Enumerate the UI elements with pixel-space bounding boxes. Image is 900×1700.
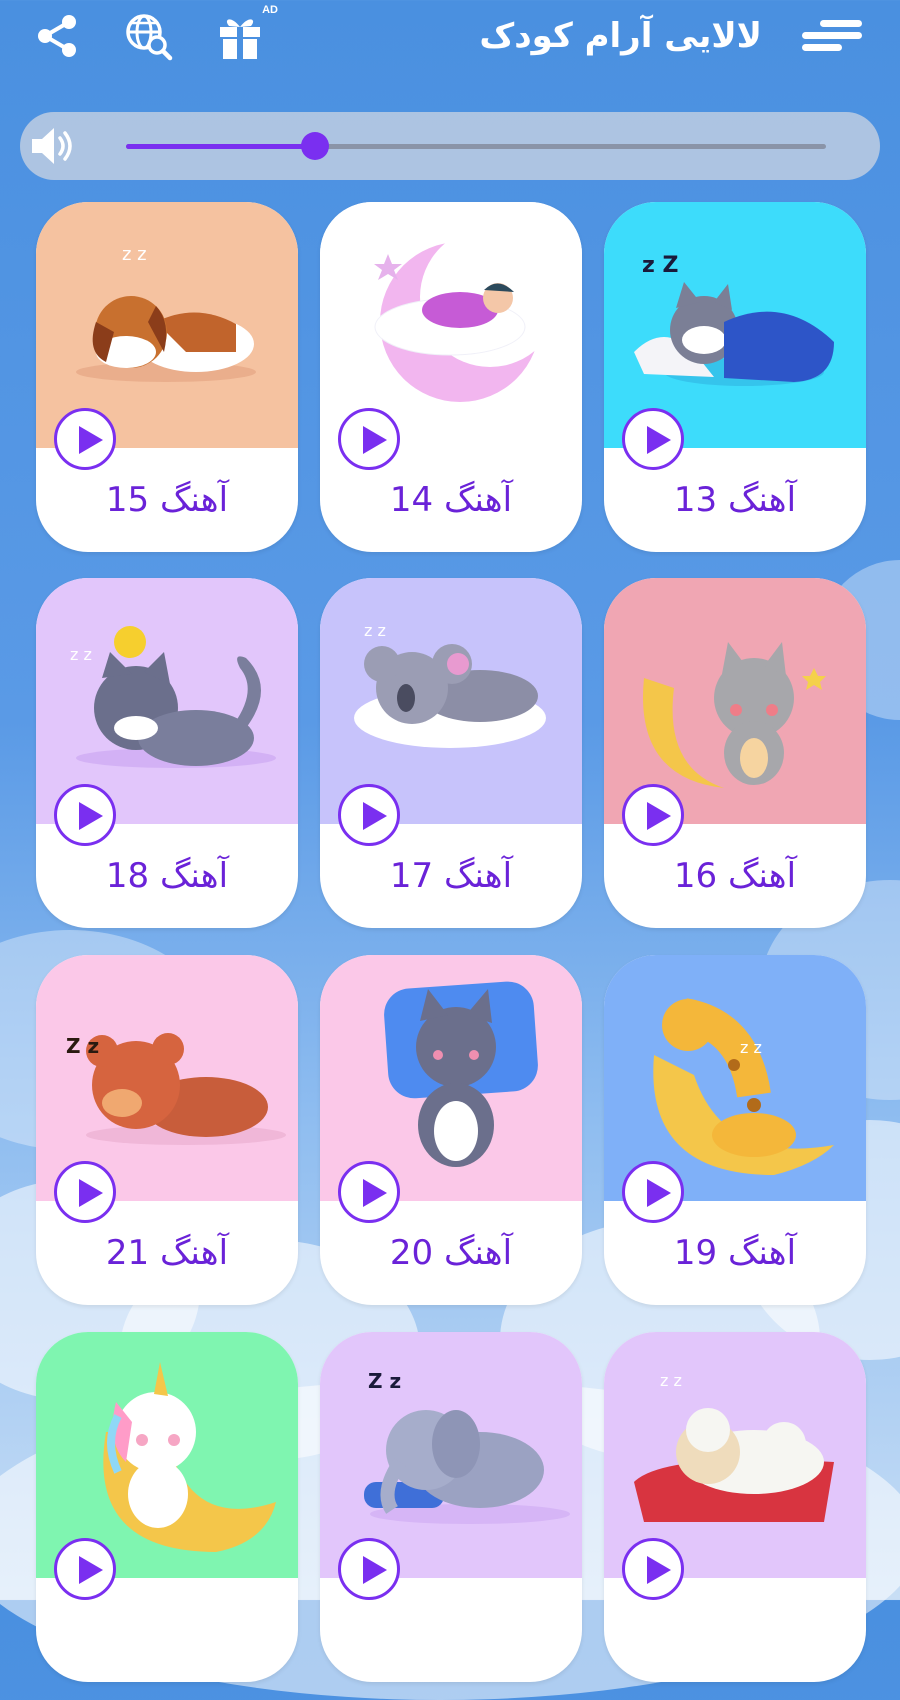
play-icon[interactable] xyxy=(622,408,684,470)
play-icon[interactable] xyxy=(54,1161,116,1223)
play-icon[interactable] xyxy=(622,1161,684,1223)
song-title: آهنگ 15 xyxy=(105,480,229,520)
song-title: آهنگ 20 xyxy=(389,1233,513,1273)
play-icon[interactable] xyxy=(54,1538,116,1600)
svg-text:z z: z z xyxy=(740,1038,762,1057)
song-title: آهنگ 14 xyxy=(389,480,513,520)
song-card[interactable]: z z آهنگ 19 xyxy=(604,955,866,1305)
svg-text:z z: z z xyxy=(122,244,147,265)
song-card[interactable]: z z آهنگ 15 xyxy=(36,202,298,552)
song-title: آهنگ 21 xyxy=(105,1233,229,1273)
play-icon[interactable] xyxy=(338,1538,400,1600)
play-icon[interactable] xyxy=(622,1538,684,1600)
svg-text:z z: z z xyxy=(70,645,92,664)
song-card[interactable]: z Z آهنگ 13 xyxy=(604,202,866,552)
song-card[interactable]: آهنگ 14 xyxy=(320,202,582,552)
play-icon[interactable] xyxy=(54,408,116,470)
song-title: آهنگ 16 xyxy=(673,856,797,896)
play-icon[interactable] xyxy=(54,784,116,846)
song-card[interactable]: آهنگ 20 xyxy=(320,955,582,1305)
song-title: آهنگ 19 xyxy=(673,1233,797,1273)
svg-text:z z: z z xyxy=(364,621,386,640)
play-icon[interactable] xyxy=(338,1161,400,1223)
song-card[interactable]: آهنگ 16 xyxy=(604,578,866,928)
song-title: آهنگ 13 xyxy=(673,480,797,520)
song-card[interactable]: Z z آهنگ 21 xyxy=(36,955,298,1305)
play-icon[interactable] xyxy=(338,408,400,470)
song-title: آهنگ 17 xyxy=(389,856,513,896)
play-icon[interactable] xyxy=(338,784,400,846)
play-icon[interactable] xyxy=(622,784,684,846)
song-card[interactable]: z z آهنگ 18 xyxy=(36,578,298,928)
song-card[interactable]: Z z xyxy=(320,1332,582,1682)
svg-text:Z z: Z z xyxy=(66,1034,99,1058)
svg-text:z Z: z Z xyxy=(642,253,678,278)
svg-text:z z: z z xyxy=(660,1371,682,1390)
song-card[interactable] xyxy=(36,1332,298,1682)
song-card[interactable]: z z آهنگ 17 xyxy=(320,578,582,928)
svg-text:Z z: Z z xyxy=(368,1369,401,1393)
song-title: آهنگ 18 xyxy=(105,856,229,896)
song-card[interactable]: z z xyxy=(604,1332,866,1682)
song-grid: z Z آهنگ 13 آهنگ 14 z z آهنگ 15 آهنگ 16 z z آهن… xyxy=(0,0,900,1682)
